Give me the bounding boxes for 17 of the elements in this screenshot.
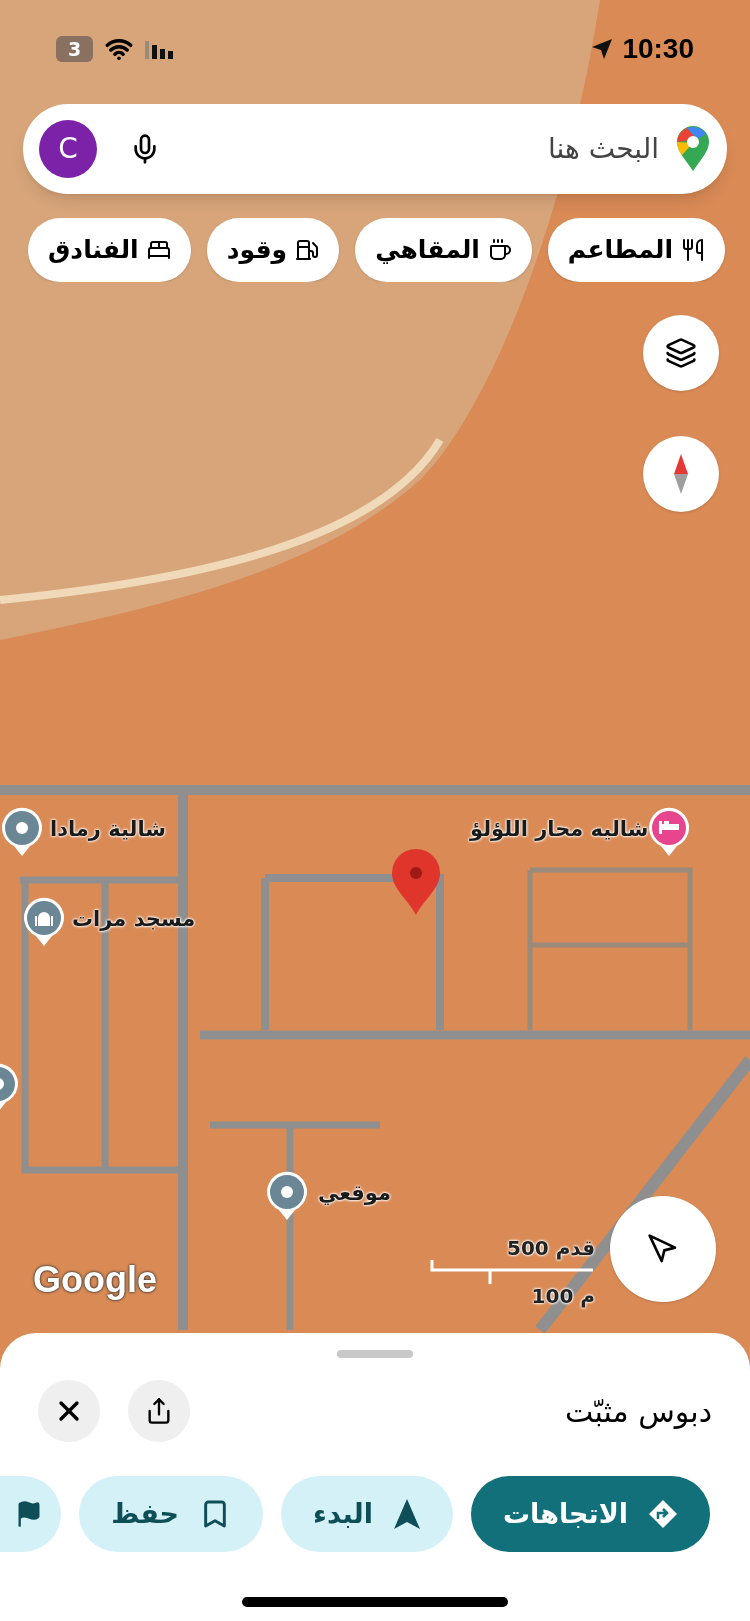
- place-label[interactable]: شاليه محار اللؤلؤ: [470, 814, 649, 846]
- start-button[interactable]: البدء: [281, 1476, 453, 1552]
- place-label[interactable]: شالية رمادا: [50, 814, 166, 846]
- sheet-title: دبوس مثبّت: [565, 1392, 712, 1431]
- category-chip[interactable]: الفنادق: [27, 218, 191, 282]
- scale-meters-label: 100 م: [531, 1284, 595, 1308]
- clock-time: 10:30: [622, 32, 694, 66]
- sim-badge: 3: [56, 36, 94, 62]
- category-chip[interactable]: المطاعم: [547, 218, 725, 282]
- place-label[interactable]: موقعي: [318, 1178, 392, 1210]
- scale-feet-label: 500 قدم: [506, 1236, 595, 1260]
- category-chip[interactable]: المقاهي: [355, 218, 532, 282]
- profile-avatar[interactable]: C: [39, 120, 97, 178]
- place-label[interactable]: مسجد مرات: [72, 904, 196, 936]
- directions-button[interactable]: الاتجاهات: [470, 1476, 710, 1552]
- save-button[interactable]: حفظ: [79, 1476, 264, 1552]
- google-logo: Google: [33, 1258, 157, 1302]
